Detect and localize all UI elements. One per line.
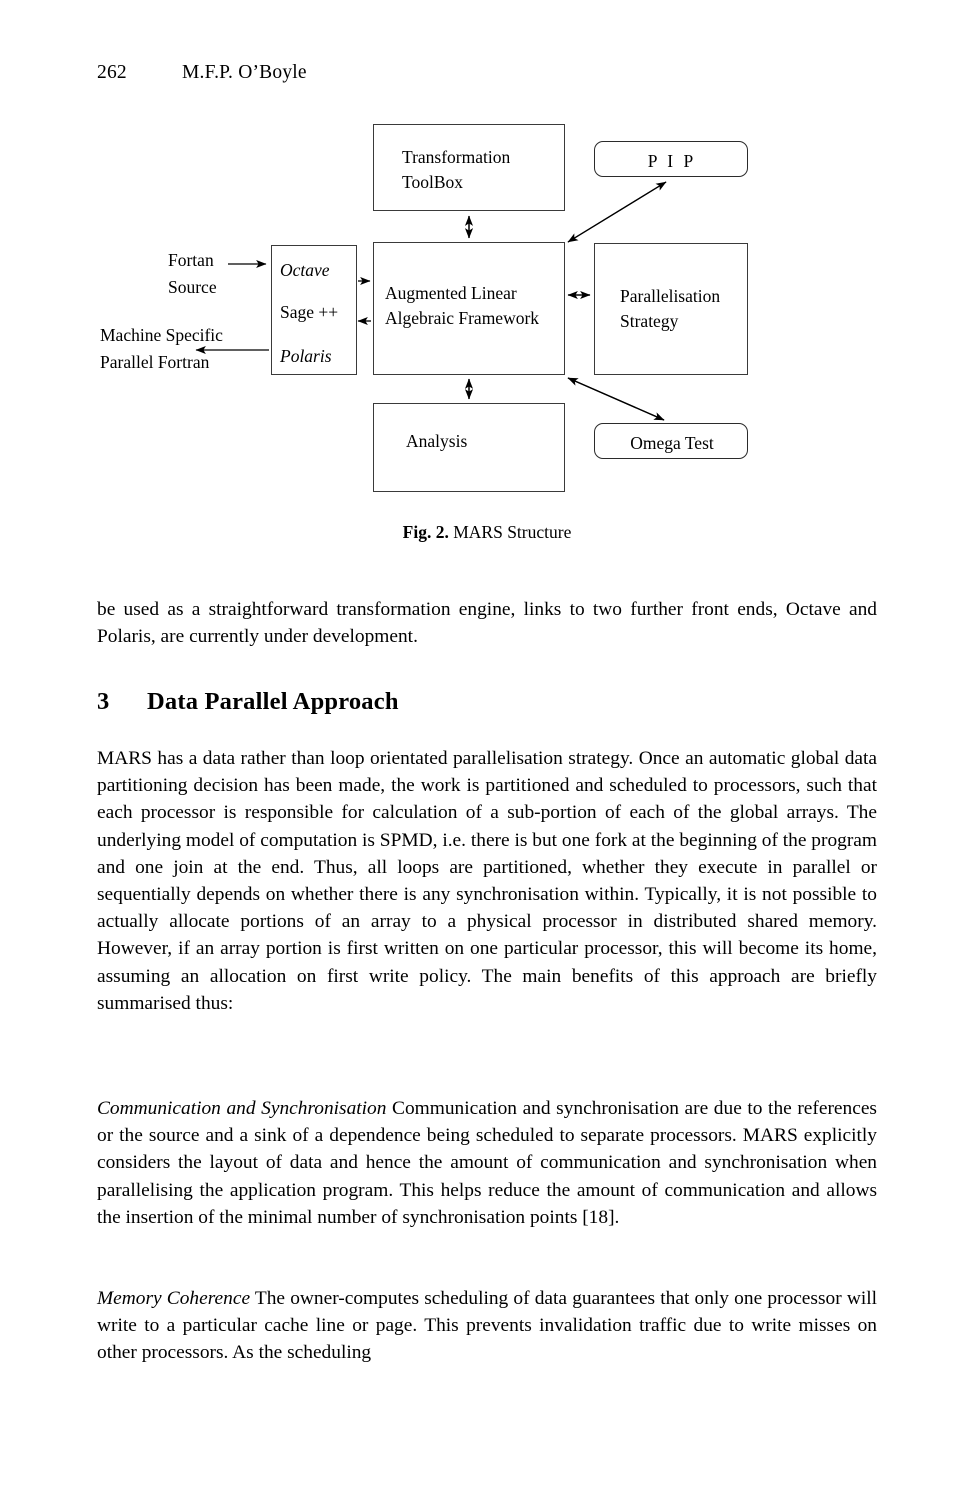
- figure-box-omega-test-label: Omega Test: [630, 433, 714, 453]
- section-number: 3: [97, 688, 110, 715]
- figure-mars-structure: Fortan Source Machine Specific Parallel …: [0, 0, 971, 560]
- figure-caption-text: MARS Structure: [453, 522, 572, 542]
- paragraph-communication: Communication and Synchronisation Commun…: [97, 1095, 877, 1231]
- figure-box-analysis: Analysis: [373, 403, 565, 492]
- figure-caption-label: Fig. 2.: [402, 522, 449, 542]
- paragraph-main: MARS has a data rather than loop orienta…: [97, 748, 877, 1014]
- section-heading: 3 Data Parallel Approach: [97, 688, 877, 716]
- section-title: Data Parallel Approach: [147, 688, 399, 715]
- figure-box-transformation-toolbox-label: Transformation ToolBox: [402, 147, 511, 193]
- paragraph-intro: be used as a straightforward transformat…: [97, 599, 877, 648]
- figure-label-input-source: Fortan Source: [168, 250, 217, 298]
- figure-box-augmented-linear-algebraic-framework: Augmented Linear Algebraic Framework: [373, 242, 565, 375]
- figure-front-end-octave: Octave: [280, 260, 330, 280]
- figure-caption: Fig. 2. MARS Structure: [97, 522, 877, 543]
- figure-box-front-ends: Octave Sage ++ Polaris: [271, 245, 357, 375]
- figure-box-analysis-label: Analysis: [406, 431, 468, 451]
- figure-box-pip-label: P I P: [647, 151, 697, 171]
- figure-front-end-polaris: Polaris: [280, 346, 332, 366]
- figure-box-parallelisation-strategy: Parallelisation Strategy: [594, 243, 748, 375]
- figure-box-parallelisation-strategy-label: Parallelisation Strategy: [620, 286, 721, 332]
- figure-box-omega-test: Omega Test: [594, 423, 748, 459]
- paragraph-memory-runin: Memory Coherence: [97, 1288, 251, 1309]
- figure-front-end-sage: Sage ++: [280, 302, 339, 322]
- paragraph-communication-runin: Communication and Synchronisation: [97, 1098, 387, 1119]
- figure-box-transformation-toolbox: Transformation ToolBox: [373, 124, 565, 211]
- figure-box-alaf-label: Augmented Linear Algebraic Framework: [385, 283, 540, 329]
- figure-box-pip: P I P: [594, 141, 748, 177]
- figure-label-output-target: Machine Specific Parallel Fortran: [100, 325, 223, 373]
- paragraph-memory-coherence: Memory Coherence The owner-computes sche…: [97, 1285, 877, 1367]
